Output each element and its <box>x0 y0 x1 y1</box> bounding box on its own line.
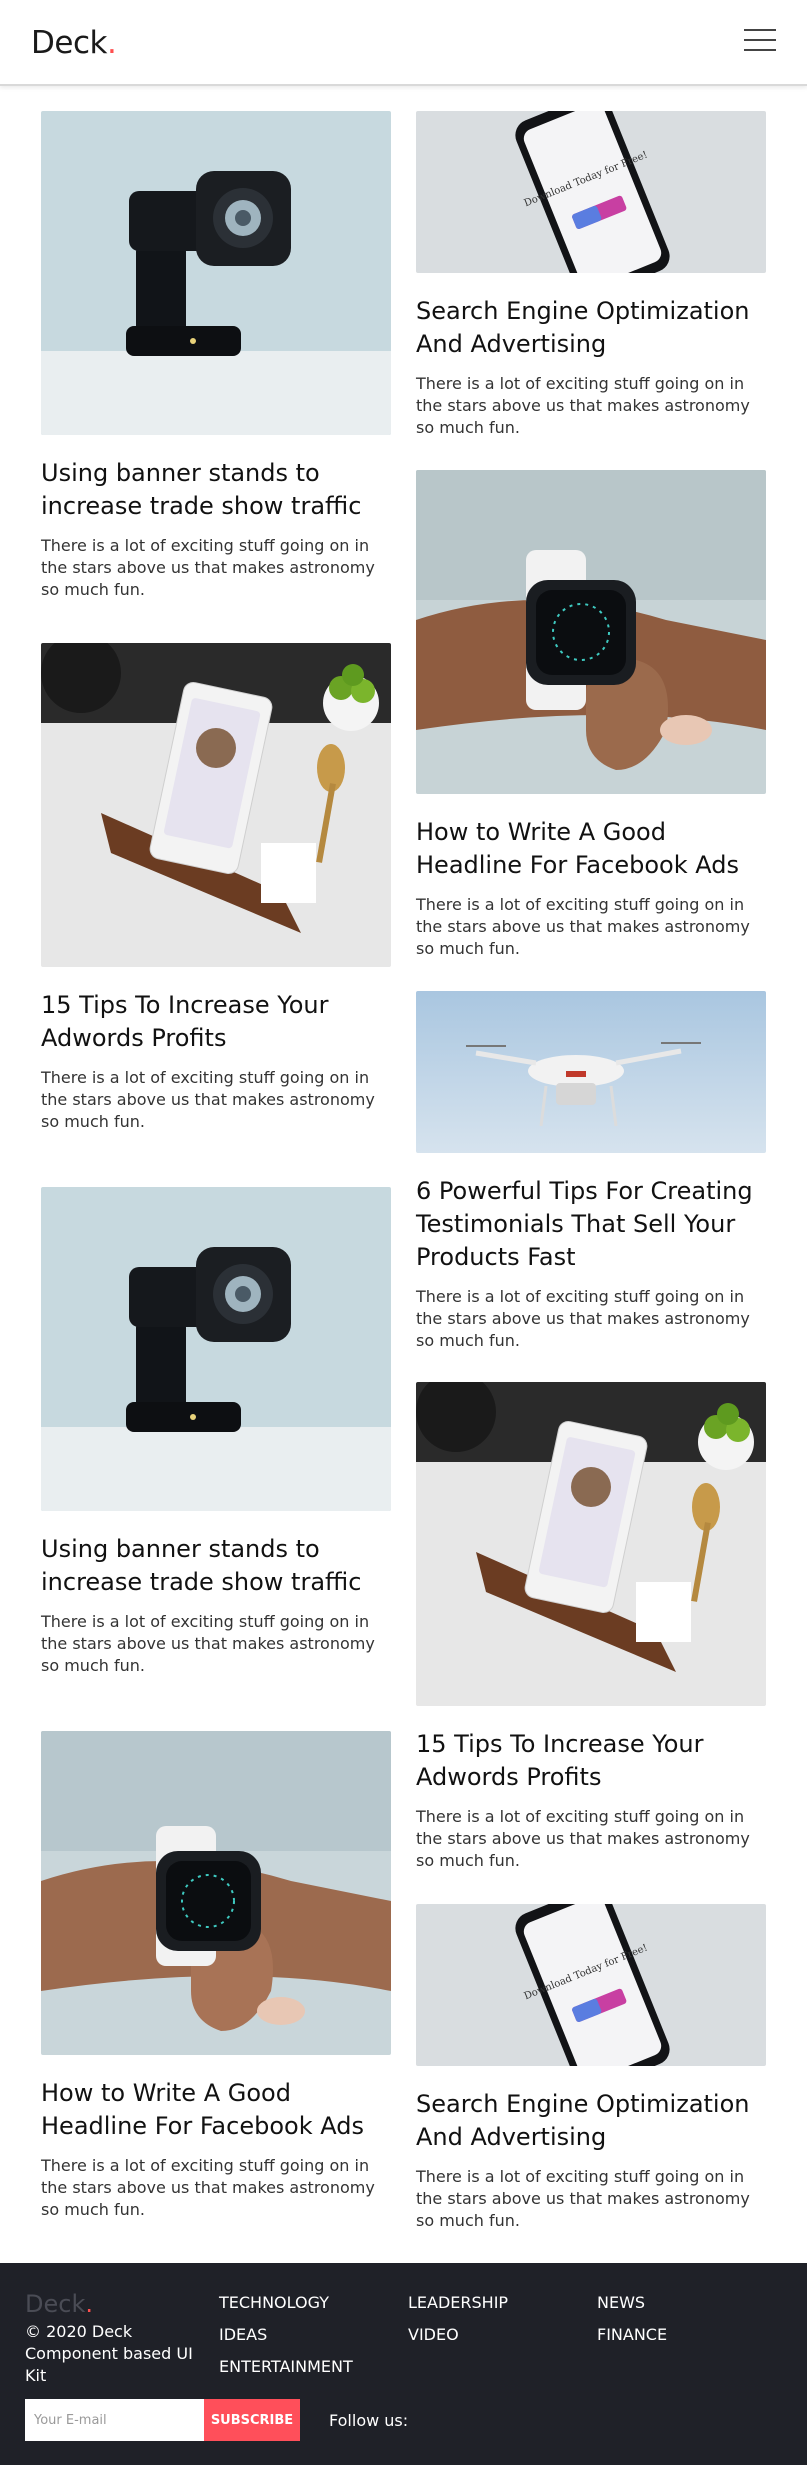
post-description: There is a lot of exciting stuff going o… <box>416 895 750 958</box>
site-header: Deck. <box>0 0 807 86</box>
post-card: 15 Tips To Increase Your Adwords Profits… <box>416 1382 766 1872</box>
post-card: 15 Tips To Increase Your Adwords Profits… <box>41 643 391 1133</box>
post-image-smartwatch[interactable] <box>41 1731 391 2055</box>
post-title[interactable]: 15 Tips To Increase Your Adwords Profits <box>41 989 391 1055</box>
post-title[interactable]: 6 Powerful Tips For Creating Testimonial… <box>416 1175 766 1274</box>
footer-link-ideas[interactable]: Ideas <box>219 2325 267 2344</box>
post-title[interactable]: How to Write A Good Headline For Faceboo… <box>416 816 766 882</box>
post-description: There is a lot of exciting stuff going o… <box>41 1068 375 1131</box>
post-image-drone[interactable] <box>416 991 766 1153</box>
footer-link-video[interactable]: Video <box>408 2325 459 2344</box>
post-card: How to Write A Good Headline For Faceboo… <box>41 1731 391 2221</box>
hamburger-menu-icon[interactable] <box>744 29 776 53</box>
footer-link-news[interactable]: News <box>597 2293 645 2312</box>
email-field[interactable] <box>25 2399 204 2441</box>
post-title[interactable]: 15 Tips To Increase Your Adwords Profits <box>416 1728 766 1794</box>
post-card: Download Today for Free! Search Engine O… <box>416 111 766 439</box>
post-image-tablet-kitchen[interactable] <box>416 1382 766 1706</box>
footer-link-leadership[interactable]: Leadership <box>408 2293 508 2312</box>
post-description: There is a lot of exciting stuff going o… <box>416 1807 750 1870</box>
post-title[interactable]: How to Write A Good Headline For Faceboo… <box>41 2077 391 2143</box>
site-footer: Deck. © 2020 Deck Component based UI Kit… <box>0 2263 807 2465</box>
post-card: Download Today for Free! Search Engine O… <box>416 1904 766 2232</box>
post-image-phone-app[interactable]: Download Today for Free! <box>416 111 766 273</box>
follow-us-label: Follow us: <box>329 2411 409 2430</box>
site-logo[interactable]: Deck. <box>31 25 117 61</box>
post-image-camera-gimbal[interactable] <box>41 111 391 435</box>
post-description: There is a lot of exciting stuff going o… <box>41 1612 375 1675</box>
subscribe-button[interactable]: Subscribe <box>204 2399 300 2441</box>
post-description: There is a lot of exciting stuff going o… <box>416 374 750 437</box>
post-card: Using banner stands to increase trade sh… <box>41 111 391 601</box>
post-card: Using banner stands to increase trade sh… <box>41 1187 391 1677</box>
post-description: There is a lot of exciting stuff going o… <box>41 536 375 599</box>
post-description: There is a lot of exciting stuff going o… <box>416 1287 750 1350</box>
post-title[interactable]: Using banner stands to increase trade sh… <box>41 457 391 523</box>
post-description: There is a lot of exciting stuff going o… <box>41 2156 375 2219</box>
post-image-camera-gimbal[interactable] <box>41 1187 391 1511</box>
post-title[interactable]: Search Engine Optimization And Advertisi… <box>416 295 766 361</box>
post-image-tablet-kitchen[interactable] <box>41 643 391 967</box>
post-description: There is a lot of exciting stuff going o… <box>416 2167 750 2230</box>
post-image-phone-app[interactable]: Download Today for Free! <box>416 1904 766 2066</box>
footer-link-entertainment[interactable]: Entertainment <box>219 2357 353 2376</box>
footer-logo[interactable]: Deck. <box>25 2290 93 2318</box>
post-card: 6 Powerful Tips For Creating Testimonial… <box>416 991 766 1352</box>
footer-link-finance[interactable]: Finance <box>597 2325 667 2344</box>
post-title[interactable]: Using banner stands to increase trade sh… <box>41 1533 391 1599</box>
footer-copyright: © 2020 Deck Component based UI Kit <box>25 2322 193 2385</box>
post-card: How to Write A Good Headline For Faceboo… <box>416 470 766 960</box>
post-title[interactable]: Search Engine Optimization And Advertisi… <box>416 2088 766 2154</box>
footer-link-technology[interactable]: Technology <box>219 2293 329 2312</box>
post-image-smartwatch[interactable] <box>416 470 766 794</box>
